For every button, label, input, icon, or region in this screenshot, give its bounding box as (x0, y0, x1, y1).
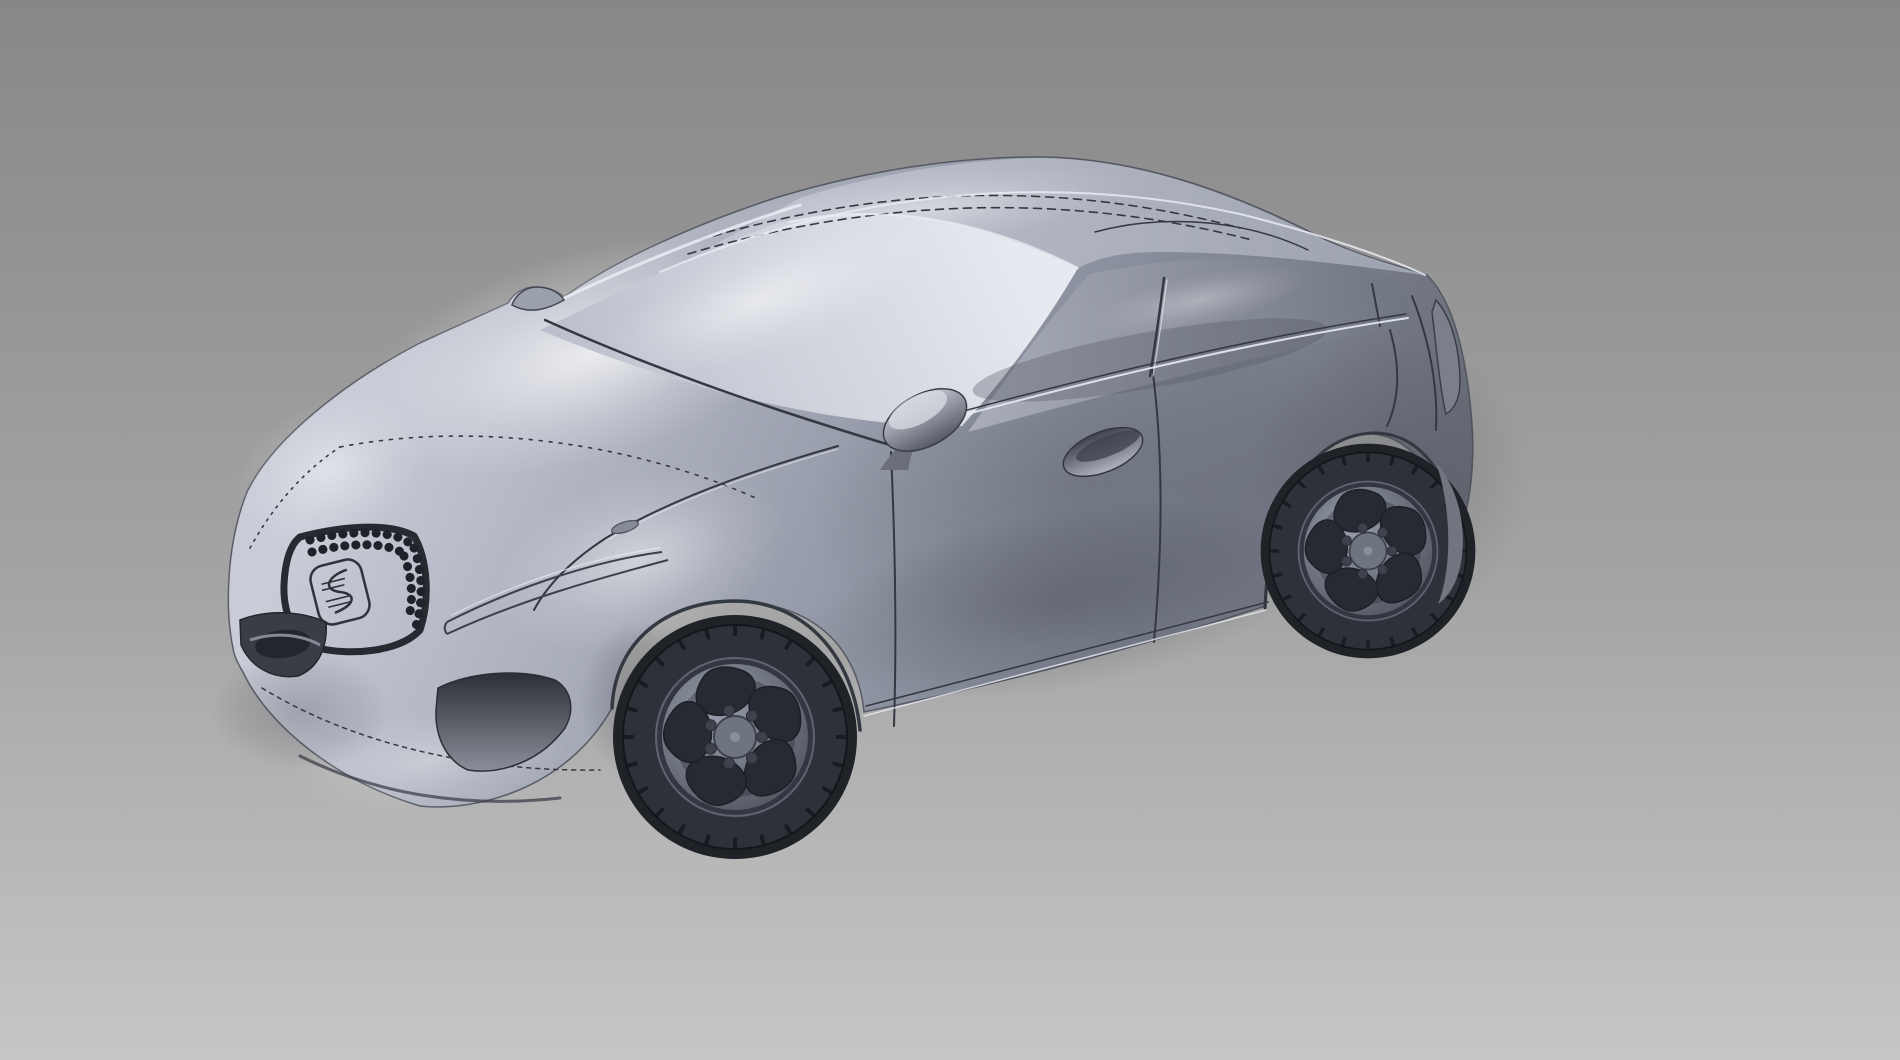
render-canvas (0, 0, 1900, 1060)
front-wheel (613, 615, 857, 859)
viewport-3d[interactable] (0, 0, 1900, 1060)
